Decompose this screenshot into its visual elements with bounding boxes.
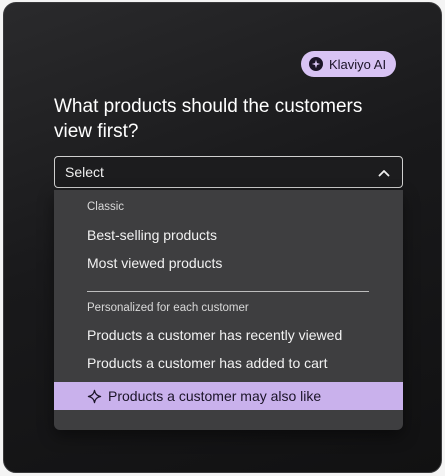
sparkle-icon (309, 57, 323, 71)
chevron-up-icon (378, 164, 390, 180)
option-added-to-cart[interactable]: Products a customer has added to cart (54, 349, 403, 377)
select-dropdown-menu: Classic Best-selling products Most viewe… (54, 190, 403, 430)
ai-question-card: Klaviyo AI What products should the cust… (3, 2, 442, 473)
option-best-selling-products[interactable]: Best-selling products (54, 221, 403, 249)
option-most-viewed-products[interactable]: Most viewed products (54, 249, 403, 277)
option-recently-viewed[interactable]: Products a customer has recently viewed (54, 321, 403, 349)
option-may-also-like[interactable]: Products a customer may also like (54, 382, 403, 410)
option-may-also-like-label: Products a customer may also like (108, 388, 322, 404)
question-heading: What products should the customers view … (54, 96, 363, 142)
klaviyo-ai-badge[interactable]: Klaviyo AI (301, 51, 397, 77)
group-divider (87, 291, 369, 292)
select-value: Select (65, 164, 104, 180)
group-label-classic: Classic (87, 201, 125, 213)
klaviyo-ai-label: Klaviyo AI (329, 56, 387, 72)
group-label-personalized: Personalized for each customer (87, 302, 249, 314)
product-order-select[interactable]: Select (54, 156, 403, 188)
sparkle-icon (87, 389, 102, 404)
